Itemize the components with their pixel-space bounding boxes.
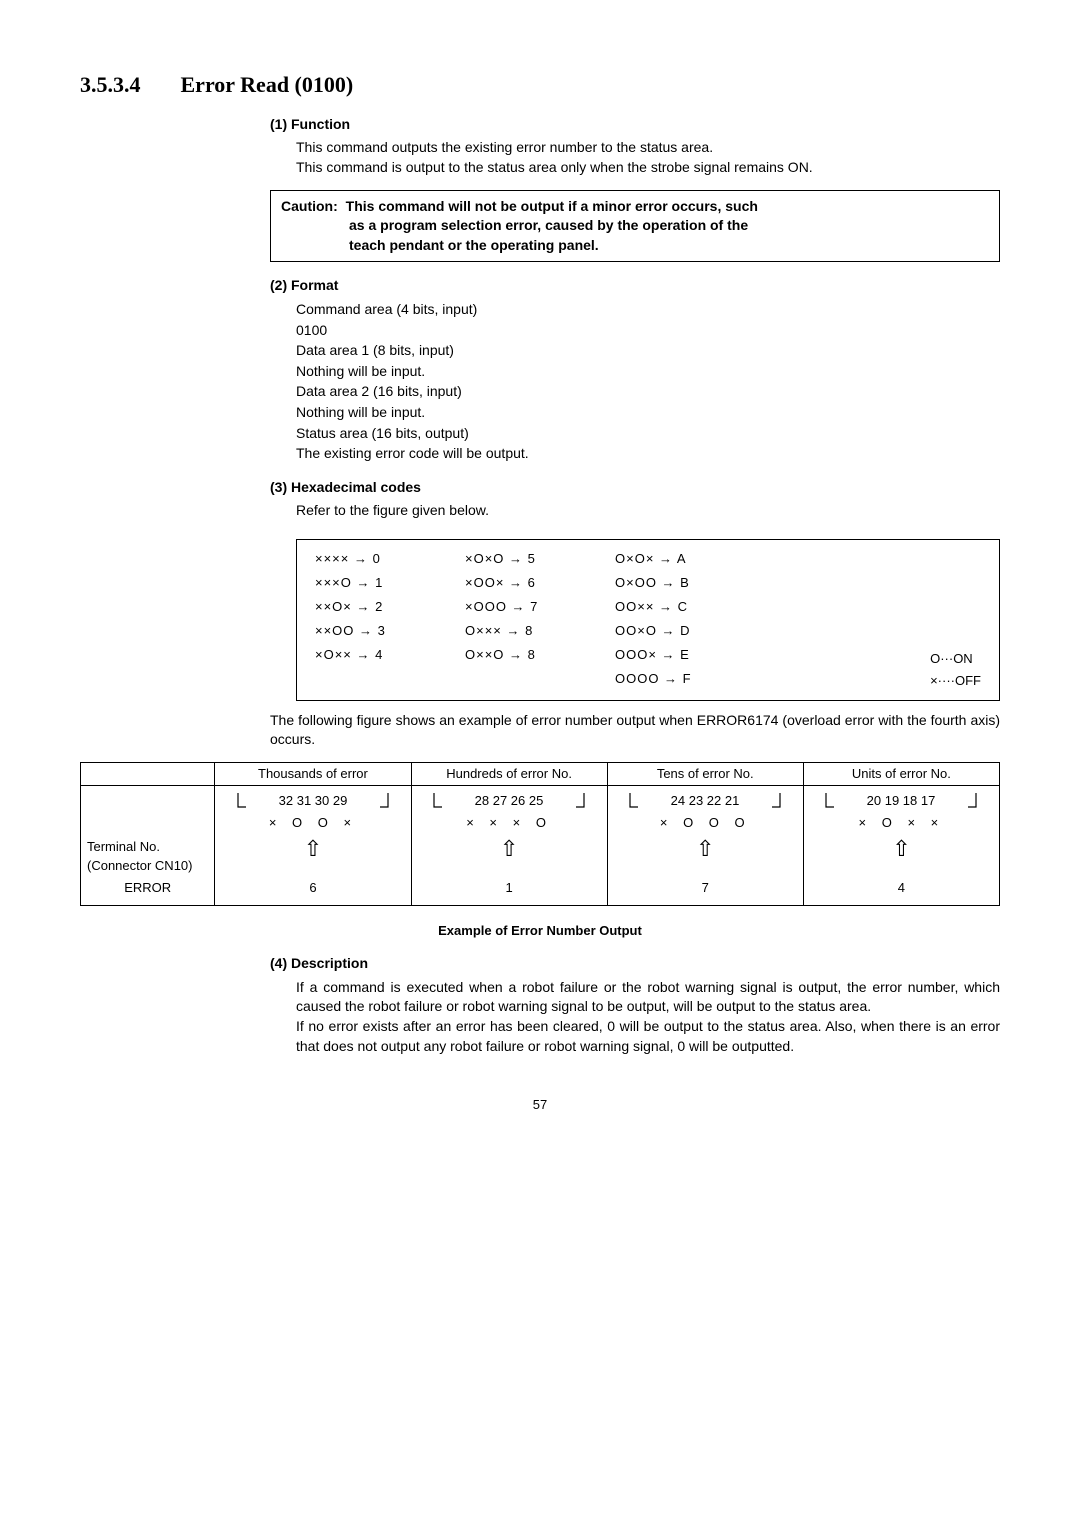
hex-table: ×××× → 0 ×××O → 1 ××O× → 2 ××OO → 3 ×O××… bbox=[296, 539, 1000, 701]
section-number: 3.5.3.4 bbox=[80, 70, 141, 101]
legend-on: O···ON bbox=[930, 650, 981, 668]
hx: OO×× → C bbox=[615, 598, 735, 618]
val-th: 6 bbox=[215, 877, 411, 906]
pat-hu: × × × O bbox=[411, 812, 607, 836]
arrow-cell: ⇧ bbox=[411, 836, 607, 876]
hex-intro: Refer to the figure given below. bbox=[296, 501, 1000, 521]
col-un: Units of error No. bbox=[803, 763, 999, 786]
desc-p1: If a command is executed when a robot fa… bbox=[296, 978, 1000, 1017]
hx: ×O×O → 5 bbox=[465, 550, 585, 570]
hx: ×××× → 0 bbox=[315, 550, 435, 570]
caution-l3: teach pendant or the operating panel. bbox=[281, 236, 989, 256]
col-hu: Hundreds of error No. bbox=[411, 763, 607, 786]
function-block: This command outputs the existing error … bbox=[296, 138, 1000, 177]
col-te: Tens of error No. bbox=[607, 763, 803, 786]
hx: OO×O → D bbox=[615, 622, 735, 642]
arrow-cell: ⇧ bbox=[803, 836, 999, 876]
hx: OOO× → E bbox=[615, 646, 735, 666]
caution-l2: as a program selection error, caused by … bbox=[281, 216, 989, 236]
bracket-icon: 24 23 22 21 bbox=[625, 790, 785, 810]
hx: O×O× → A bbox=[615, 550, 735, 570]
fmt-0: Command area (4 bits, input) bbox=[296, 300, 1000, 320]
function-line1: This command outputs the existing error … bbox=[296, 138, 1000, 158]
heading-hex: (3) Hexadecimal codes bbox=[270, 478, 1000, 498]
blank-head bbox=[81, 763, 215, 786]
heading-desc: (4) Description bbox=[270, 954, 1000, 974]
hex-legend: O···ON ×····OFF bbox=[930, 550, 981, 690]
hex-col1: ×××× → 0 ×××O → 1 ××O× → 2 ××OO → 3 ×O××… bbox=[315, 550, 435, 690]
content: (1) Function This command outputs the ex… bbox=[270, 115, 1000, 1115]
hx: O××O → 8 bbox=[465, 646, 585, 666]
caution-box: Caution: This command will not be output… bbox=[270, 190, 1000, 263]
svg-text:24 23 22 21: 24 23 22 21 bbox=[671, 793, 740, 808]
col-th: Thousands of error bbox=[215, 763, 411, 786]
val-hu: 1 bbox=[411, 877, 607, 906]
svg-text:20 19 18 17: 20 19 18 17 bbox=[867, 793, 936, 808]
svg-text:28 27 26 25: 28 27 26 25 bbox=[475, 793, 544, 808]
bits-hu: 28 27 26 25 bbox=[411, 786, 607, 813]
desc-p2: If no error exists after an error has be… bbox=[296, 1017, 1000, 1056]
val-un: 4 bbox=[803, 877, 999, 906]
up-arrow-icon: ⇧ bbox=[304, 836, 322, 861]
hx: O×OO → B bbox=[615, 574, 735, 594]
bits-th: 32 31 30 29 bbox=[215, 786, 411, 813]
section-title: Error Read (0100) bbox=[181, 70, 354, 101]
hx: ×OOO → 7 bbox=[465, 598, 585, 618]
bracket-icon: 28 27 26 25 bbox=[429, 790, 589, 810]
caution-label: Caution: bbox=[281, 198, 338, 214]
hx: O××× → 8 bbox=[465, 622, 585, 642]
pat-te: × O O O bbox=[607, 812, 803, 836]
hx: ×O×× → 4 bbox=[315, 646, 435, 666]
example-table: Thousands of error Hundreds of error No.… bbox=[80, 762, 1000, 906]
up-arrow-icon: ⇧ bbox=[696, 836, 714, 861]
hex-col3: O×O× → A O×OO → B OO×× → C OO×O → D OOO×… bbox=[615, 550, 735, 690]
val-te: 7 bbox=[607, 877, 803, 906]
side1: Terminal No. bbox=[87, 839, 160, 854]
hx: ×OO× → 6 bbox=[465, 574, 585, 594]
heading-format: (2) Format bbox=[270, 276, 1000, 296]
hx: ××OO → 3 bbox=[315, 622, 435, 642]
figure-caption: Example of Error Number Output bbox=[80, 922, 1000, 940]
side3: ERROR bbox=[81, 877, 215, 906]
legend-off: ×····OFF bbox=[930, 672, 981, 690]
page-number: 57 bbox=[80, 1096, 1000, 1114]
example-intro: The following figure shows an example of… bbox=[270, 711, 1000, 750]
svg-text:32 31 30 29: 32 31 30 29 bbox=[279, 793, 348, 808]
fmt-5: Nothing will be input. bbox=[296, 403, 1000, 423]
arrow-cell: ⇧ bbox=[607, 836, 803, 876]
fmt-7: The existing error code will be output. bbox=[296, 444, 1000, 464]
hex-col2: ×O×O → 5 ×OO× → 6 ×OOO → 7 O××× → 8 O××O… bbox=[465, 550, 585, 690]
bits-te: 24 23 22 21 bbox=[607, 786, 803, 813]
side2: (Connector CN10) bbox=[87, 858, 193, 873]
fmt-2: Data area 1 (8 bits, input) bbox=[296, 341, 1000, 361]
side-label: Terminal No. (Connector CN10) bbox=[81, 836, 215, 876]
arrow-cell: ⇧ bbox=[215, 836, 411, 876]
section-header: 3.5.3.4 Error Read (0100) bbox=[80, 70, 1000, 101]
hx: ×××O → 1 bbox=[315, 574, 435, 594]
up-arrow-icon: ⇧ bbox=[500, 836, 518, 861]
caution-l1: This command will not be output if a min… bbox=[346, 198, 758, 214]
bracket-icon: 20 19 18 17 bbox=[821, 790, 981, 810]
blank bbox=[81, 812, 215, 836]
fmt-4: Data area 2 (16 bits, input) bbox=[296, 382, 1000, 402]
hx: OOOO → F bbox=[615, 670, 735, 690]
function-line2: This command is output to the status are… bbox=[296, 158, 1000, 178]
pat-un: × O × × bbox=[803, 812, 999, 836]
fmt-6: Status area (16 bits, output) bbox=[296, 424, 1000, 444]
bits-un: 20 19 18 17 bbox=[803, 786, 999, 813]
blank bbox=[81, 786, 215, 813]
fmt-1: 0100 bbox=[296, 321, 1000, 341]
hx: ××O× → 2 bbox=[315, 598, 435, 618]
fmt-3: Nothing will be input. bbox=[296, 362, 1000, 382]
heading-function: (1) Function bbox=[270, 115, 1000, 135]
pat-th: × O O × bbox=[215, 812, 411, 836]
bracket-icon: 32 31 30 29 bbox=[233, 790, 393, 810]
up-arrow-icon: ⇧ bbox=[892, 836, 910, 861]
format-block: Command area (4 bits, input) 0100 Data a… bbox=[296, 300, 1000, 464]
